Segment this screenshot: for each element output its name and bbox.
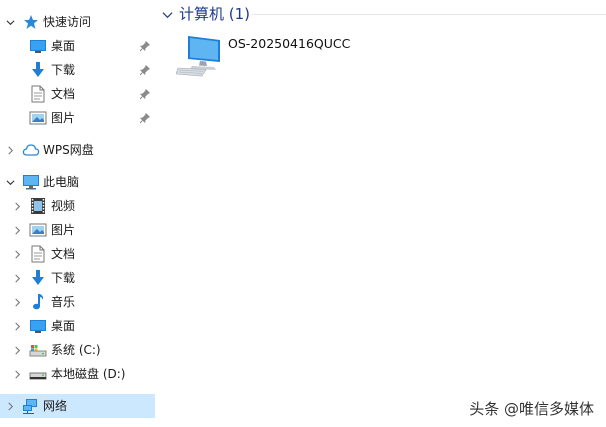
nav-item-documents-pc[interactable]: 文档 bbox=[0, 242, 155, 266]
nav-label: 图片 bbox=[51, 223, 76, 237]
video-icon bbox=[29, 197, 47, 215]
chevron-down-icon[interactable] bbox=[5, 17, 15, 27]
nav-item-desktop-pc[interactable]: 桌面 bbox=[0, 314, 155, 338]
chevron-right-icon[interactable] bbox=[5, 145, 15, 155]
pin-icon[interactable] bbox=[139, 112, 151, 124]
nav-item-music[interactable]: 音乐 bbox=[0, 290, 155, 314]
navigation-pane: 快速访问 桌面 下载 文档 图片 WPS网盘 此电脑 视频 图片 文档 下载 音… bbox=[0, 0, 155, 427]
nav-label: 文档 bbox=[51, 247, 76, 261]
computer-name: OS-20250416QUCC bbox=[228, 36, 351, 51]
system-drive-icon bbox=[29, 341, 47, 359]
group-title: 计算机 (1) bbox=[179, 5, 251, 23]
pin-icon[interactable] bbox=[139, 64, 151, 76]
nav-label: 音乐 bbox=[51, 295, 76, 309]
document-icon bbox=[29, 245, 47, 263]
nav-item-downloads-pc[interactable]: 下载 bbox=[0, 266, 155, 290]
nav-item-pictures-pc[interactable]: 图片 bbox=[0, 218, 155, 242]
nav-label: 本地磁盘 (D:) bbox=[51, 367, 126, 381]
nav-wps-cloud[interactable]: WPS网盘 bbox=[0, 138, 155, 162]
chevron-right-icon[interactable] bbox=[5, 401, 15, 411]
nav-item-pictures[interactable]: 图片 bbox=[0, 106, 155, 130]
chevron-right-icon[interactable] bbox=[12, 225, 22, 235]
nav-label: 此电脑 bbox=[43, 175, 80, 189]
chevron-right-icon[interactable] bbox=[12, 201, 22, 211]
nav-item-system-drive[interactable]: 系统 (C:) bbox=[0, 338, 155, 362]
nav-label: 系统 (C:) bbox=[51, 343, 101, 357]
nav-label: WPS网盘 bbox=[43, 143, 94, 157]
nav-label: 文档 bbox=[51, 87, 76, 101]
computer-icon bbox=[176, 32, 224, 78]
download-icon bbox=[29, 61, 47, 79]
chevron-right-icon[interactable] bbox=[12, 273, 22, 283]
chevron-right-icon[interactable] bbox=[12, 249, 22, 259]
nav-this-pc[interactable]: 此电脑 bbox=[0, 170, 155, 194]
picture-icon bbox=[29, 221, 47, 239]
nav-label: 下载 bbox=[51, 271, 76, 285]
nav-item-desktop[interactable]: 桌面 bbox=[0, 34, 155, 58]
watermark-text: 头条 @唯信多媒体 bbox=[469, 400, 594, 418]
star-icon bbox=[22, 13, 40, 31]
nav-item-documents[interactable]: 文档 bbox=[0, 82, 155, 106]
nav-item-local-drive[interactable]: 本地磁盘 (D:) bbox=[0, 362, 155, 386]
chevron-right-icon[interactable] bbox=[12, 345, 22, 355]
nav-label: 网络 bbox=[43, 399, 68, 413]
chevron-right-icon[interactable] bbox=[12, 297, 22, 307]
nav-label: 图片 bbox=[51, 111, 76, 125]
nav-label: 快速访问 bbox=[43, 15, 92, 29]
local-drive-icon bbox=[29, 365, 47, 383]
nav-item-videos[interactable]: 视频 bbox=[0, 194, 155, 218]
nav-item-downloads[interactable]: 下载 bbox=[0, 58, 155, 82]
download-icon bbox=[29, 269, 47, 287]
content-pane: 计算机 (1) OS-20250416QUCC 头条 @唯信多媒体 bbox=[156, 0, 606, 427]
music-icon bbox=[29, 293, 47, 311]
nav-label: 下载 bbox=[51, 63, 76, 77]
pin-icon[interactable] bbox=[139, 88, 151, 100]
chevron-right-icon[interactable] bbox=[12, 369, 22, 379]
group-header-computer[interactable]: 计算机 (1) bbox=[162, 3, 250, 25]
desktop-icon bbox=[29, 317, 47, 335]
chevron-down-icon[interactable] bbox=[5, 177, 15, 187]
picture-icon bbox=[29, 109, 47, 127]
document-icon bbox=[29, 85, 47, 103]
computer-icon bbox=[22, 173, 40, 191]
nav-label: 桌面 bbox=[51, 319, 76, 333]
cloud-icon bbox=[22, 141, 40, 159]
nav-label: 视频 bbox=[51, 199, 76, 213]
nav-network[interactable]: 网络 bbox=[0, 394, 155, 418]
network-computer-item[interactable]: OS-20250416QUCC bbox=[176, 30, 366, 80]
group-divider bbox=[251, 14, 606, 15]
desktop-icon bbox=[29, 37, 47, 55]
chevron-right-icon[interactable] bbox=[12, 321, 22, 331]
network-icon bbox=[22, 397, 40, 415]
nav-label: 桌面 bbox=[51, 39, 76, 53]
nav-quick-access[interactable]: 快速访问 bbox=[0, 10, 155, 34]
pin-icon[interactable] bbox=[139, 40, 151, 52]
chevron-down-icon[interactable] bbox=[162, 8, 174, 20]
